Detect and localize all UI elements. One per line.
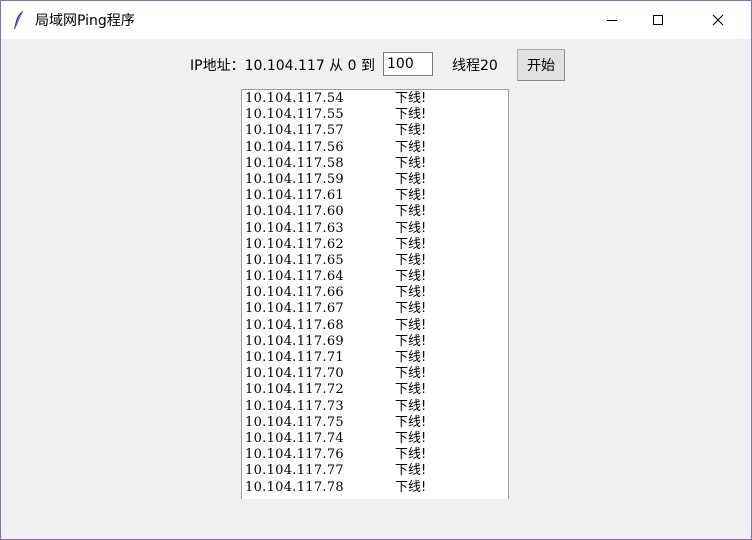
result-status: 下线!	[395, 107, 427, 123]
ip-range-label: IP地址：10.104.117 从 0 到	[190, 58, 375, 74]
results-listbox[interactable]: 10.104.117.54 下线! 10.104.117.55 下线! 10.104.1…	[241, 89, 509, 499]
result-status: 下线!	[395, 123, 427, 139]
result-ip: 10.104.117.59	[245, 171, 345, 187]
result-status: 下线!	[395, 236, 427, 252]
list-item[interactable]: 10.104.117.63 下线!	[245, 221, 508, 237]
result-ip: 10.104.117.66	[245, 285, 345, 301]
list-item[interactable]: 10.104.117.74 下线!	[245, 431, 508, 447]
result-ip: 10.104.117.62	[245, 236, 345, 252]
result-ip: 10.104.117.60	[245, 204, 345, 220]
result-ip: 10.104.117.78	[245, 479, 345, 495]
result-ip: 10.104.117.54	[245, 91, 345, 106]
list-item[interactable]: 10.104.117.67 下线!	[245, 301, 508, 317]
maximize-icon	[653, 15, 663, 25]
result-status: 下线!	[395, 269, 427, 285]
result-status: 下线!	[395, 447, 427, 463]
list-item[interactable]: 10.104.117.75 下线!	[245, 415, 508, 431]
list-item[interactable]: 10.104.117.57 下线!	[245, 123, 508, 139]
close-icon	[712, 14, 724, 26]
result-ip: 10.104.117.70	[245, 366, 345, 382]
list-item[interactable]: 10.104.117.59 下线!	[245, 172, 508, 188]
list-item[interactable]: 10.104.117.60 下线!	[245, 204, 508, 220]
result-ip: 10.104.117.57	[245, 123, 345, 139]
list-item[interactable]: 10.104.117.69 下线!	[245, 334, 508, 350]
list-item[interactable]: 10.104.117.70 下线!	[245, 366, 508, 382]
list-item[interactable]: 10.104.117.64 下线!	[245, 269, 508, 285]
list-item[interactable]: 10.104.117.65 下线!	[245, 253, 508, 269]
maximize-button[interactable]	[635, 1, 681, 39]
result-status: 下线!	[395, 317, 427, 333]
result-ip: 10.104.117.61	[245, 188, 345, 204]
result-status: 下线!	[395, 204, 427, 220]
minimize-icon	[607, 20, 617, 21]
result-status: 下线!	[395, 139, 427, 155]
list-item[interactable]: 10.104.117.73 下线!	[245, 399, 508, 415]
result-ip: 10.104.117.58	[245, 155, 345, 171]
result-ip: 10.104.117.55	[245, 107, 345, 123]
minimize-button[interactable]	[589, 1, 635, 39]
result-status: 下线!	[395, 398, 427, 414]
list-item[interactable]: 10.104.117.78 下线!	[245, 480, 508, 496]
result-status: 下线!	[395, 333, 427, 349]
close-button[interactable]	[695, 1, 741, 39]
list-item[interactable]: 10.104.117.62 下线!	[245, 237, 508, 253]
list-item[interactable]: 10.104.117.55 下线!	[245, 107, 508, 123]
list-item[interactable]: 10.104.117.66 下线!	[245, 285, 508, 301]
result-ip: 10.104.117.73	[245, 398, 345, 414]
result-ip: 10.104.117.67	[245, 301, 345, 317]
result-status: 下线!	[395, 220, 427, 236]
window-title: 局域网Ping程序	[35, 13, 135, 29]
feather-icon	[13, 10, 27, 30]
start-button[interactable]: 开始	[517, 49, 565, 81]
result-ip: 10.104.117.71	[245, 350, 345, 365]
list-item[interactable]: 10.104.117.72 下线!	[245, 382, 508, 398]
result-status: 下线!	[395, 366, 427, 382]
result-status: 下线!	[395, 285, 427, 301]
result-status: 下线!	[395, 301, 427, 317]
toolbar: IP地址：10.104.117 从 0 到 线程20 开始	[1, 39, 751, 89]
result-ip: 10.104.117.74	[245, 430, 345, 446]
list-item[interactable]: 10.104.117.76 下线!	[245, 447, 508, 463]
result-ip: 10.104.117.68	[245, 317, 345, 333]
list-item[interactable]: 10.104.117.61 下线!	[245, 188, 508, 204]
result-ip: 10.104.117.65	[245, 252, 345, 268]
result-status: 下线!	[395, 252, 427, 268]
list-item[interactable]: 10.104.117.71 下线!	[245, 350, 508, 366]
list-item[interactable]: 10.104.117.56 下线!	[245, 140, 508, 156]
result-ip: 10.104.117.76	[245, 447, 345, 463]
result-ip: 10.104.117.72	[245, 382, 345, 398]
result-status: 下线!	[395, 188, 427, 204]
result-status: 下线!	[395, 463, 427, 479]
result-ip: 10.104.117.56	[245, 139, 345, 155]
app-window: 局域网Ping程序 IP地址：10.104.117 从 0 到 线程20 开始 …	[0, 0, 752, 540]
list-item[interactable]: 10.104.117.58 下线!	[245, 156, 508, 172]
result-ip: 10.104.117.63	[245, 220, 345, 236]
list-item[interactable]: 10.104.117.54 下线!	[245, 91, 508, 107]
list-item[interactable]: 10.104.117.68 下线!	[245, 318, 508, 334]
result-status: 下线!	[395, 414, 427, 430]
thread-count-label: 线程20	[452, 58, 498, 74]
result-ip: 10.104.117.64	[245, 269, 345, 285]
list-item[interactable]: 10.104.117.77 下线!	[245, 463, 508, 479]
result-status: 下线!	[395, 382, 427, 398]
result-status: 下线!	[395, 430, 427, 446]
result-status: 下线!	[395, 155, 427, 171]
result-status: 下线!	[395, 171, 427, 187]
result-status: 下线!	[395, 350, 427, 365]
result-status: 下线!	[395, 479, 427, 495]
result-status: 下线!	[395, 91, 427, 106]
title-bar[interactable]: 局域网Ping程序	[1, 1, 751, 39]
result-ip: 10.104.117.77	[245, 463, 345, 479]
result-ip: 10.104.117.75	[245, 414, 345, 430]
end-range-input[interactable]	[383, 52, 433, 76]
result-ip: 10.104.117.69	[245, 333, 345, 349]
